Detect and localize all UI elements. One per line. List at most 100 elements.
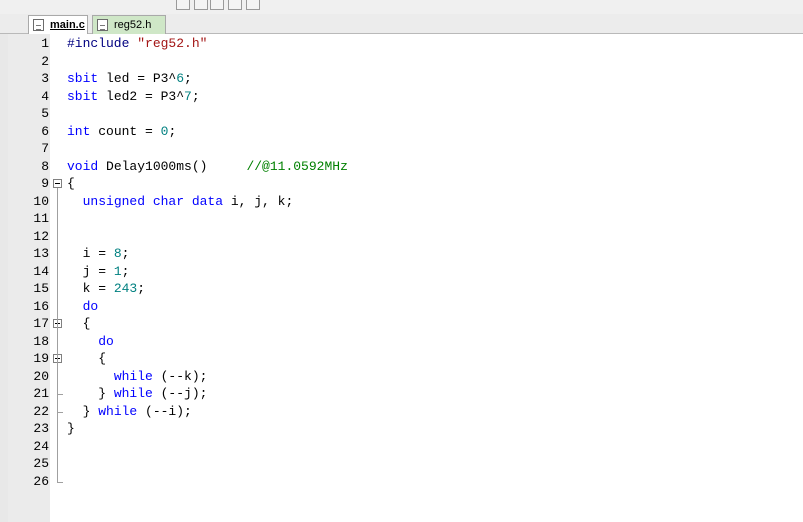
code-line[interactable]: 8 void Delay1000ms() //@11.0592MHz — [0, 158, 803, 175]
code-token: ; — [184, 71, 192, 86]
line-number: 22 — [33, 403, 49, 419]
code-line[interactable]: 21 } while (--j); — [0, 385, 803, 402]
code-line[interactable]: 13 i = 8; — [0, 245, 803, 262]
code-line[interactable]: 7 — [0, 140, 803, 157]
code-token: led2 = P3^ — [106, 88, 185, 104]
code-line[interactable]: 17 { — [0, 315, 803, 332]
code-line[interactable]: 9{ — [0, 175, 803, 192]
code-line[interactable]: 5 — [0, 105, 803, 122]
code-token: 1 — [113, 263, 122, 279]
code-token: void — [67, 158, 107, 174]
code-text: { — [67, 350, 106, 367]
code-token: #include — [67, 36, 138, 51]
code-token: led = P3^ — [106, 71, 177, 86]
code-line[interactable]: 11 — [0, 210, 803, 227]
code-token: (--i); — [145, 403, 192, 419]
code-token: ; — [121, 246, 130, 261]
code-token: 243 — [113, 281, 138, 296]
line-number: 20 — [33, 368, 49, 384]
code-token: "reg52.h" — [137, 36, 208, 51]
code-token: } — [67, 386, 114, 401]
line-number: 8 — [41, 158, 49, 174]
code-token: 7 — [184, 88, 192, 104]
line-number: 16 — [33, 298, 49, 314]
code-line[interactable]: 14 j = 1; — [0, 263, 803, 280]
code-token: } — [67, 421, 75, 436]
toolbar-button[interactable] — [176, 0, 190, 10]
code-line[interactable]: 23} — [0, 420, 803, 437]
fold-toggle-icon[interactable] — [53, 179, 62, 188]
code-text: do — [67, 333, 114, 350]
tab-label: reg52.h — [114, 19, 152, 31]
code-token: do — [98, 333, 114, 349]
code-token: k = — [67, 281, 114, 296]
code-line[interactable]: 10 unsigned char data i, j, k; — [0, 193, 803, 210]
code-line[interactable]: 16 do — [0, 298, 803, 315]
code-text: i = 8; — [67, 245, 130, 262]
code-text: #include "reg52.h" — [67, 35, 207, 52]
code-line[interactable]: 24 — [0, 438, 803, 455]
code-token: while — [98, 403, 146, 419]
line-number: 5 — [41, 106, 49, 121]
line-number: 17 — [33, 316, 49, 331]
tab-main-c[interactable]: main.c — [28, 15, 88, 34]
line-number: 23 — [33, 421, 49, 436]
code-line[interactable]: 4 sbit led2 = P3^7; — [0, 88, 803, 105]
code-line[interactable]: 26 — [0, 473, 803, 490]
code-text: } while (--j); — [67, 385, 207, 402]
toolbar-button[interactable] — [194, 0, 208, 10]
code-token: j = — [67, 263, 114, 279]
code-text: unsigned char data i, j, k; — [67, 193, 294, 210]
line-number: 4 — [41, 88, 49, 104]
line-number: 10 — [33, 193, 49, 209]
line-number: 24 — [33, 438, 49, 454]
code-token: { — [67, 316, 91, 331]
code-line[interactable]: 12 — [0, 228, 803, 245]
c-file-icon — [33, 19, 44, 31]
code-token: { — [67, 351, 107, 366]
code-text: do — [67, 298, 99, 315]
code-text: void Delay1000ms() //@11.0592MHz — [67, 158, 348, 175]
toolbar-button[interactable] — [228, 0, 242, 10]
code-line[interactable]: 18 do — [0, 333, 803, 350]
tab-reg52-h[interactable]: reg52.h — [92, 15, 166, 34]
code-token: ; — [137, 281, 146, 296]
code-token: 8 — [113, 246, 122, 261]
code-line[interactable]: 2 — [0, 53, 803, 70]
code-text: while (--k); — [67, 368, 208, 385]
code-token: (--j); — [160, 386, 208, 401]
code-token: sbit — [67, 88, 107, 104]
code-token: ; — [191, 88, 200, 104]
code-line[interactable]: 20 while (--k); — [0, 368, 803, 385]
line-number: 6 — [41, 123, 49, 139]
line-number: 13 — [33, 246, 49, 261]
code-token: do — [82, 298, 99, 314]
code-text: int count = 0; — [67, 123, 176, 140]
code-text: { — [67, 175, 75, 192]
code-text: } while (--i); — [67, 403, 192, 420]
h-file-icon — [97, 19, 108, 31]
editor-tab-bar: main.c reg52.h — [0, 14, 803, 34]
code-line[interactable]: 22 } while (--i); — [0, 403, 803, 420]
line-number: 1 — [41, 36, 49, 51]
code-token: sbit — [67, 71, 107, 86]
toolbar-button[interactable] — [246, 0, 260, 10]
code-line[interactable]: 6 int count = 0; — [0, 123, 803, 140]
code-editor[interactable]: 1 #include "reg52.h" 2 3 sbit led = P3^6; 4 sb… — [0, 34, 803, 522]
code-line[interactable]: 3 sbit led = P3^6; — [0, 70, 803, 87]
code-text: k = 243; — [67, 280, 145, 297]
line-number: 26 — [33, 473, 49, 489]
code-line[interactable]: 19 { — [0, 350, 803, 367]
code-line[interactable]: 15 k = 243; — [0, 280, 803, 297]
line-number: 12 — [33, 228, 49, 244]
code-token: while — [113, 368, 161, 384]
code-line[interactable]: 25 — [0, 455, 803, 472]
code-line[interactable]: 1 #include "reg52.h" — [0, 35, 803, 52]
toolbar-button[interactable] — [210, 0, 224, 10]
code-token: while — [113, 386, 161, 401]
code-token: Delay1000ms() — [106, 158, 247, 174]
